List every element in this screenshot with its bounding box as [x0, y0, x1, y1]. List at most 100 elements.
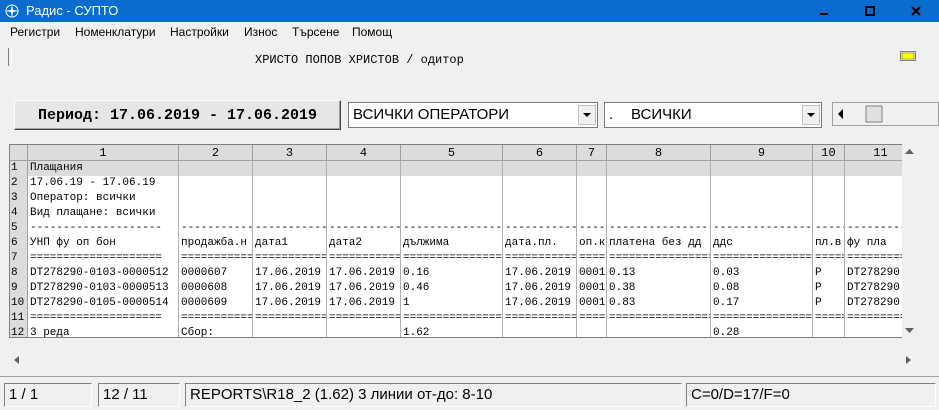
menu-settings[interactable]: Настройки [170, 25, 229, 39]
grid-cell[interactable]: ==================== [607, 311, 711, 326]
grid-cell[interactable] [503, 191, 577, 206]
grid-cell[interactable]: Сбор: [179, 326, 253, 337]
grid-cell[interactable] [327, 176, 401, 191]
grid-cell[interactable] [711, 176, 813, 191]
grid-cell[interactable]: -------------------- [401, 221, 503, 236]
grid-cell[interactable]: ============== [327, 311, 401, 326]
grid-cell[interactable]: 17.06.2019 [253, 281, 327, 296]
report-grid[interactable]: 1 2 3 4 5 6 7 8 9 10 11 1 Плащания 2 17.06.19 - 17.06.… [9, 144, 916, 338]
grid-cell[interactable]: 0.17 [711, 296, 813, 311]
grid-cell[interactable] [813, 326, 845, 337]
grid-cell[interactable] [253, 176, 327, 191]
column-header-10[interactable]: 10 [813, 145, 845, 161]
grid-cell[interactable]: 17.06.2019 [253, 266, 327, 281]
grid-cell[interactable] [577, 206, 607, 221]
menu-registers[interactable]: Регистри [10, 25, 60, 39]
grid-cell[interactable]: 0.28 [711, 326, 813, 337]
grid-cell[interactable]: платена без дд [607, 236, 711, 251]
column-header-9[interactable]: 9 [711, 145, 813, 161]
grid-cell[interactable]: дата2 [327, 236, 401, 251]
grid-cell[interactable] [813, 176, 845, 191]
grid-cell[interactable] [577, 191, 607, 206]
grid-cell[interactable] [607, 326, 711, 337]
grid-cell[interactable]: ============== [253, 311, 327, 326]
grid-cell[interactable]: продажба.н [179, 236, 253, 251]
grid-cell[interactable]: 1.62 [401, 326, 503, 337]
grid-cell[interactable] [327, 326, 401, 337]
grid-cell[interactable]: 17.06.19 - 17.06.19 [28, 176, 179, 191]
grid-cell[interactable]: DT278290-0105-0000514 [28, 296, 179, 311]
grid-cell[interactable] [327, 161, 401, 176]
grid-cell[interactable]: Вид плащане: всички [28, 206, 179, 221]
grid-cell[interactable] [401, 191, 503, 206]
grid-cell[interactable] [179, 206, 253, 221]
grid-cell[interactable]: дължима [401, 236, 503, 251]
grid-cell[interactable]: ==================== [607, 251, 711, 266]
grid-cell[interactable] [253, 191, 327, 206]
grid-cell[interactable]: 0001 [577, 281, 607, 296]
grid-cell[interactable]: P [813, 281, 845, 296]
menu-search[interactable]: Търсене [292, 25, 339, 39]
menu-nomenclatures[interactable]: Номенклатури [75, 25, 156, 39]
grid-cell[interactable]: 17.06.2019 [503, 266, 577, 281]
grid-cell[interactable]: 17.06.2019 [327, 266, 401, 281]
grid-cell[interactable] [577, 176, 607, 191]
grid-cell[interactable]: ==================== [711, 311, 813, 326]
grid-cell[interactable]: -------------- [327, 221, 401, 236]
column-header-7[interactable]: 7 [577, 145, 607, 161]
grid-cell[interactable]: ====== [577, 251, 607, 266]
grid-cell[interactable] [503, 176, 577, 191]
grid-cell[interactable] [327, 206, 401, 221]
grid-cell[interactable]: дата1 [253, 236, 327, 251]
grid-cell[interactable]: ----- [813, 221, 845, 236]
grid-cell[interactable]: ==================== [401, 251, 503, 266]
row-header-4[interactable]: 4 [10, 206, 28, 221]
filter-dropdown-button[interactable] [802, 105, 820, 125]
row-header-9[interactable]: 9 [10, 281, 28, 296]
grid-cell[interactable]: 17.06.2019 [503, 281, 577, 296]
row-header-6[interactable]: 6 [10, 236, 28, 251]
grid-cell[interactable] [179, 191, 253, 206]
grid-cell[interactable]: Плащания [28, 161, 179, 176]
maximize-button[interactable] [847, 0, 893, 22]
vertical-scrollbar[interactable] [902, 144, 917, 338]
grid-cell[interactable] [577, 161, 607, 176]
grid-cell[interactable]: ==================== [28, 311, 179, 326]
grid-cell[interactable] [813, 206, 845, 221]
grid-cell[interactable] [711, 206, 813, 221]
grid-cell[interactable]: пл.в [813, 236, 845, 251]
grid-cell[interactable]: ====== [577, 311, 607, 326]
grid-cell[interactable]: ддс [711, 236, 813, 251]
grid-cell[interactable]: 0.38 [607, 281, 711, 296]
grid-cell[interactable]: 0000609 [179, 296, 253, 311]
grid-cell[interactable] [179, 176, 253, 191]
period-button[interactable]: Период: 17.06.2019 - 17.06.2019 [14, 100, 341, 130]
row-header-3[interactable]: 3 [10, 191, 28, 206]
grid-cell[interactable] [503, 161, 577, 176]
grid-cell[interactable]: 0001 [577, 266, 607, 281]
grid-cell[interactable]: 17.06.2019 [327, 281, 401, 296]
grid-cell[interactable]: ==================== [401, 311, 503, 326]
grid-cell[interactable]: Оператор: всички [28, 191, 179, 206]
column-header-1[interactable]: 1 [28, 145, 179, 161]
grid-cell[interactable]: 0.46 [401, 281, 503, 296]
row-header-11[interactable]: 11 [10, 311, 28, 326]
grid-cell[interactable]: 0001 [577, 296, 607, 311]
grid-cell[interactable]: 0.83 [607, 296, 711, 311]
grid-cell[interactable]: -------------------- [28, 221, 179, 236]
grid-cell[interactable] [179, 161, 253, 176]
grid-cell[interactable] [503, 206, 577, 221]
grid-cell[interactable]: УНП фу оп бон [28, 236, 179, 251]
grid-cell[interactable]: P [813, 296, 845, 311]
grid-cell[interactable] [253, 326, 327, 337]
column-header-2[interactable]: 2 [179, 145, 253, 161]
grid-cell[interactable] [711, 191, 813, 206]
grid-cell[interactable]: P [813, 266, 845, 281]
minimize-button[interactable] [801, 0, 847, 22]
grid-cell[interactable]: --------------- [179, 221, 253, 236]
grid-cell[interactable] [327, 191, 401, 206]
column-header-8[interactable]: 8 [607, 145, 711, 161]
row-header-12[interactable]: 12 [10, 326, 28, 337]
grid-cell[interactable]: 17.06.2019 [253, 296, 327, 311]
grid-cell[interactable]: 0000607 [179, 266, 253, 281]
